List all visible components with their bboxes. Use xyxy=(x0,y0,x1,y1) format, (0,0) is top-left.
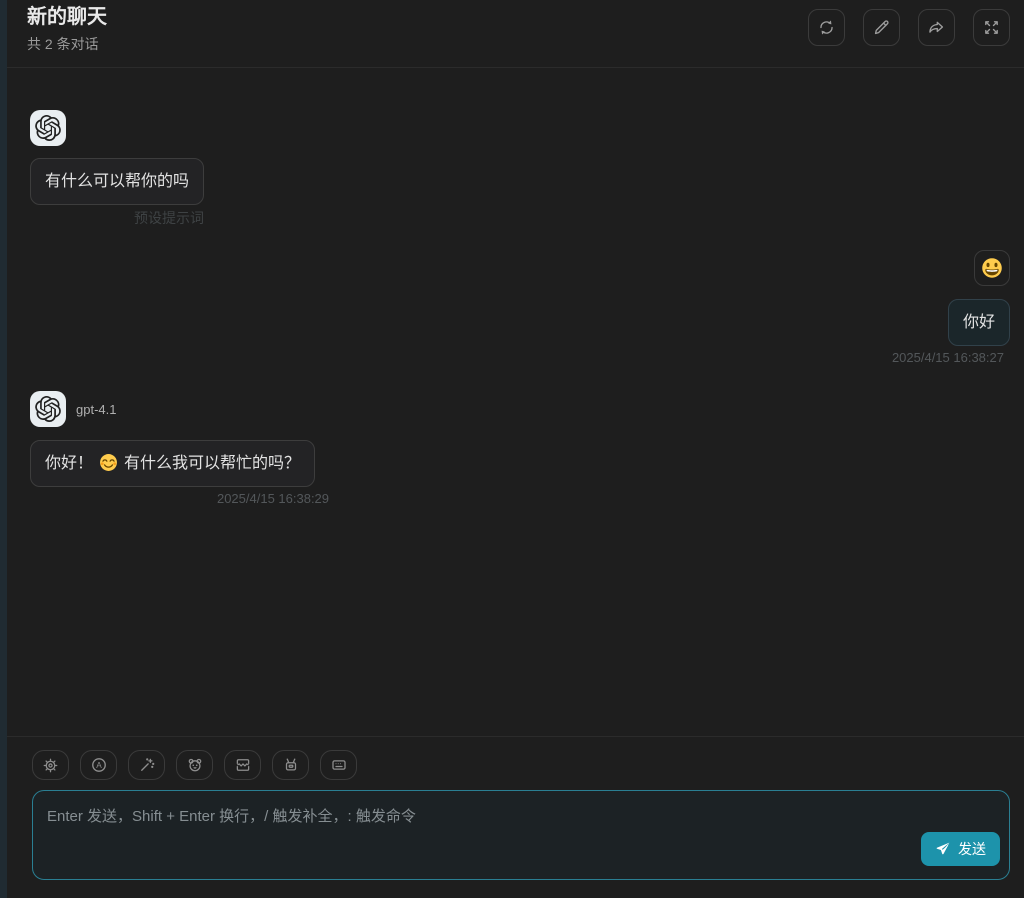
message-assistant-1: 有什么可以帮你的吗 预设提示词 xyxy=(30,110,1010,228)
user-avatar xyxy=(974,250,1010,286)
message-text: 有什么可以帮你的吗 xyxy=(45,173,189,190)
theme-icon: A xyxy=(90,756,108,774)
chat-toolbar: A xyxy=(32,750,1010,780)
assistant-avatar xyxy=(30,110,66,146)
fullscreen-button[interactable] xyxy=(973,9,1010,46)
rename-button[interactable] xyxy=(863,9,900,46)
svg-text:A: A xyxy=(96,761,102,770)
message-stack: 有什么可以帮你的吗 预设提示词 xyxy=(30,146,204,228)
masks-button[interactable] xyxy=(176,750,213,780)
share-icon xyxy=(927,18,946,37)
openai-logo-icon xyxy=(35,396,61,422)
fullscreen-icon xyxy=(982,18,1001,37)
model-name-label: gpt-4.1 xyxy=(76,402,116,417)
settings-button[interactable] xyxy=(32,750,69,780)
message-assistant-2: gpt-4.1 你好！ 有什么 xyxy=(30,391,1010,506)
assistant-header: gpt-4.1 xyxy=(30,391,1010,427)
shortcuts-button[interactable] xyxy=(320,750,357,780)
assistant-avatar xyxy=(30,391,66,427)
paper-plane-icon xyxy=(935,841,951,857)
prompt-wand-icon xyxy=(138,756,156,774)
prompt-button[interactable] xyxy=(128,750,165,780)
message-text: 你好！ xyxy=(45,455,93,472)
send-button-label: 发送 xyxy=(958,839,986,859)
clear-context-icon xyxy=(234,756,252,774)
message-date: 2025/4/15 16:38:27 xyxy=(892,350,1010,365)
message-date: 2025/4/15 16:38:29 xyxy=(44,491,329,506)
header-actions xyxy=(808,4,1010,46)
message-user-1: 你好 2025/4/15 16:38:27 xyxy=(30,250,1010,365)
message-text: 你好 xyxy=(963,314,995,331)
message-count: 共 2 条对话 xyxy=(27,34,107,54)
message-text: 有什么我可以帮忙的吗？ xyxy=(124,455,300,472)
plugins-icon xyxy=(282,756,300,774)
chat-header-titles: 新的聊天 共 2 条对话 xyxy=(27,4,107,54)
clear-context-button[interactable] xyxy=(224,750,261,780)
reload-icon xyxy=(817,18,836,37)
smiling-face-emoji xyxy=(99,453,118,472)
grinning-face-emoji xyxy=(981,257,1003,279)
chat-window: 新的聊天 共 2 条对话 xyxy=(7,0,1024,898)
send-button[interactable]: 发送 xyxy=(921,832,1000,866)
page-title: 新的聊天 xyxy=(27,4,107,30)
message-bubble[interactable]: 有什么可以帮你的吗 xyxy=(30,158,204,205)
chat-app: 新的聊天 共 2 条对话 xyxy=(0,0,1024,898)
chat-input[interactable] xyxy=(33,791,1009,879)
edit-icon xyxy=(872,18,891,37)
message-bubble[interactable]: 你好 xyxy=(948,299,1010,346)
theme-button[interactable]: A xyxy=(80,750,117,780)
composer-input-wrap: 发送 xyxy=(32,790,1010,880)
chat-header: 新的聊天 共 2 条对话 xyxy=(7,0,1024,68)
chat-body: 有什么可以帮你的吗 预设提示词 xyxy=(7,68,1024,736)
sidebar-edge xyxy=(0,0,7,898)
masks-icon xyxy=(186,756,204,774)
share-button[interactable] xyxy=(918,9,955,46)
message-stack: 你好！ 有什么我可以帮忙的吗？ 2025/4/15 16:38:29 xyxy=(30,427,315,506)
composer-panel: A xyxy=(7,736,1024,898)
preset-prompt-hint: 预设提示词 xyxy=(30,208,204,228)
settings-icon xyxy=(42,757,59,774)
message-bubble[interactable]: 你好！ 有什么我可以帮忙的吗？ xyxy=(30,440,315,487)
plugins-button[interactable] xyxy=(272,750,309,780)
openai-logo-icon xyxy=(35,115,61,141)
reload-button[interactable] xyxy=(808,9,845,46)
shortcuts-icon xyxy=(330,756,348,774)
